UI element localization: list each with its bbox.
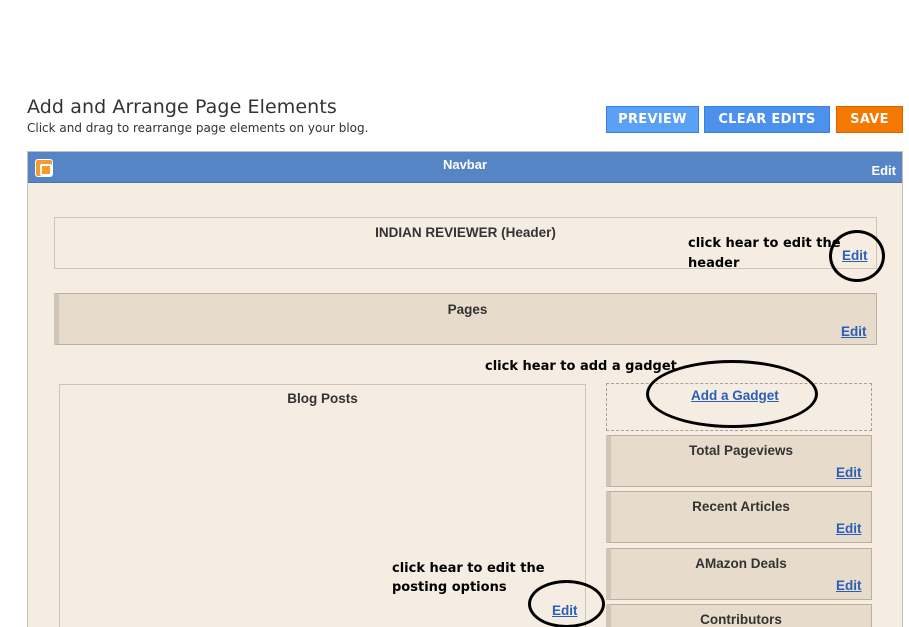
sidebar-widget-recent-articles[interactable]: Recent Articles Edit xyxy=(606,491,872,543)
sidebar-widget-title: Recent Articles xyxy=(692,499,790,514)
sidebar-widget-amazon-deals[interactable]: AMazon Deals Edit xyxy=(606,548,872,600)
annotation-circle-posts-edit xyxy=(528,580,605,627)
annotation-circle-add-gadget xyxy=(646,360,818,428)
blog-posts-title: Blog Posts xyxy=(287,391,358,406)
sidebar-widget-edit-link[interactable]: Edit xyxy=(836,578,862,593)
preview-button[interactable]: PREVIEW xyxy=(606,106,699,133)
annotation-header-line2: header xyxy=(688,256,740,271)
sidebar-widget-title: Contributors xyxy=(700,612,782,627)
annotation-gadget: click hear to add a gadget xyxy=(485,359,677,374)
navbar-edit-link[interactable]: Edit xyxy=(871,163,896,178)
sidebar-widget-title: Total Pageviews xyxy=(688,443,794,458)
page-subtitle: Click and drag to rearrange page element… xyxy=(27,121,369,135)
sidebar-widget-edit-link[interactable]: Edit xyxy=(836,465,862,480)
save-button[interactable]: SAVE xyxy=(836,106,903,133)
navbar-title: Navbar xyxy=(442,157,488,172)
annotation-posts-line2: posting options xyxy=(392,580,507,595)
pages-widget-title: Pages xyxy=(447,302,488,317)
sidebar-widget-contributors[interactable]: Contributors xyxy=(606,604,872,627)
annotation-posts-line1: click hear to edit the xyxy=(392,561,545,576)
pages-widget[interactable]: Pages Edit xyxy=(54,293,877,345)
annotation-circle-header-edit xyxy=(829,230,885,282)
sidebar-widget-total-pageviews[interactable]: Total Pageviews Edit xyxy=(606,435,872,487)
annotation-header-line1: click hear to edit the xyxy=(688,236,841,251)
page-title: Add and Arrange Page Elements xyxy=(27,96,337,118)
sidebar-widget-edit-link[interactable]: Edit xyxy=(836,521,862,536)
sidebar-widget-title: AMazon Deals xyxy=(695,556,787,571)
clear-edits-button[interactable]: CLEAR EDITS xyxy=(704,106,830,133)
pages-edit-link[interactable]: Edit xyxy=(841,324,867,339)
navbar-widget[interactable]: Navbar Edit xyxy=(28,152,902,183)
